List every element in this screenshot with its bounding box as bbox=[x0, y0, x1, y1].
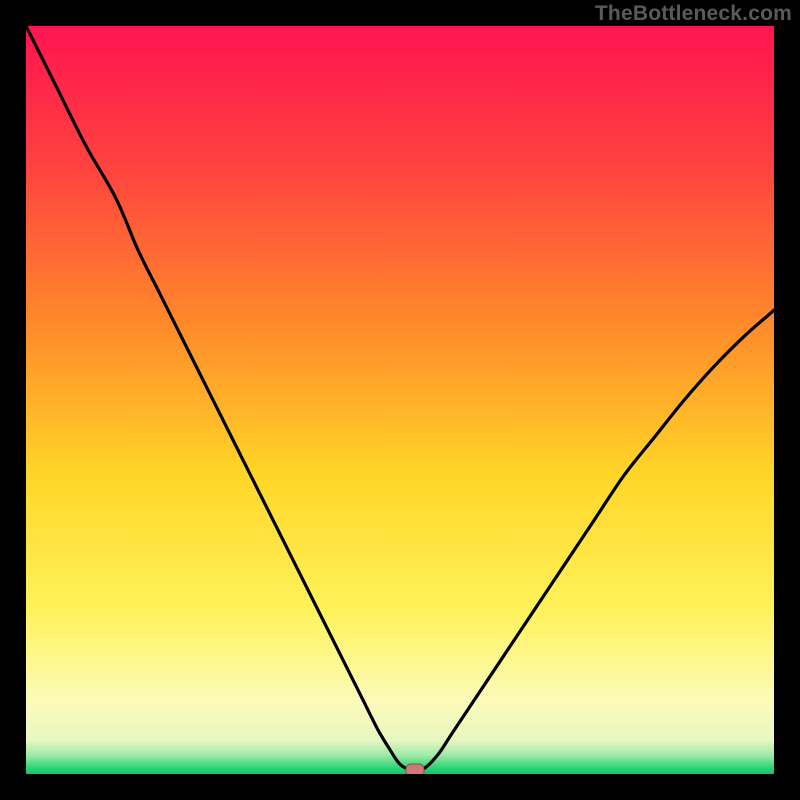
plot-area bbox=[26, 26, 774, 774]
chart-svg bbox=[26, 26, 774, 774]
gradient-background bbox=[26, 26, 774, 774]
optimal-marker bbox=[406, 764, 424, 774]
chart-frame: TheBottleneck.com bbox=[0, 0, 800, 800]
watermark-text: TheBottleneck.com bbox=[595, 2, 792, 26]
